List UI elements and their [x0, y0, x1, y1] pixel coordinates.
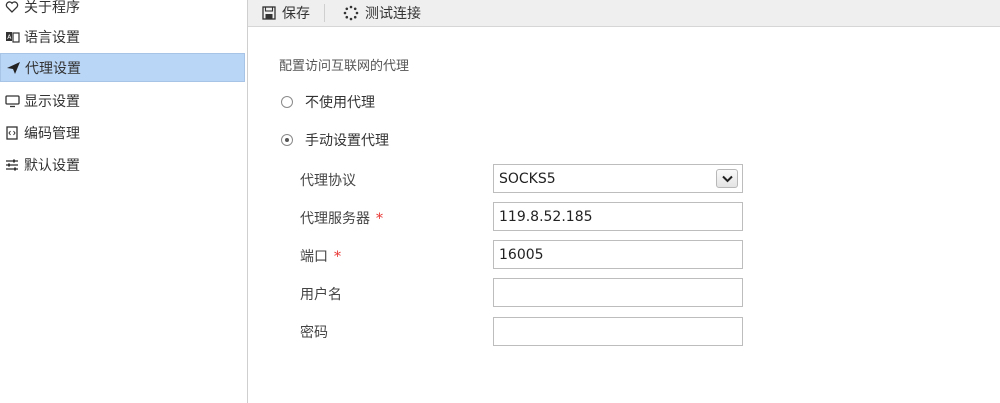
password-input[interactable]	[493, 317, 743, 346]
server-value: 119.8.52.185	[499, 208, 593, 225]
sidebar-item-label: 默认设置	[24, 157, 80, 174]
sidebar-item-label: 代理设置	[25, 60, 81, 77]
sidebar-item-encoding[interactable]: 编码管理	[0, 118, 245, 147]
server-input[interactable]: 119.8.52.185	[493, 202, 743, 231]
toolbar-divider	[324, 4, 325, 22]
protocol-select[interactable]: SOCKS5	[493, 164, 743, 193]
password-label: 密码	[300, 325, 328, 341]
paper-plane-icon	[5, 60, 21, 76]
sidebar-item-display[interactable]: 显示设置	[0, 86, 245, 115]
sidebar-item-proxy[interactable]: 代理设置	[0, 53, 245, 82]
test-connection-label: 测试连接	[365, 6, 421, 22]
port-value: 16005	[499, 246, 544, 263]
test-connection-button[interactable]: 测试连接	[329, 0, 429, 26]
radio-button[interactable]	[281, 96, 293, 108]
save-icon	[262, 6, 276, 20]
sliders-icon	[4, 157, 20, 173]
port-label-text: 端口	[300, 249, 328, 265]
sidebar-item-label: 语言设置	[24, 29, 80, 46]
sidebar-item-defaults[interactable]: 默认设置	[0, 150, 245, 179]
port-input[interactable]: 16005	[493, 240, 743, 269]
sidebar-item-label: 编码管理	[24, 125, 80, 142]
toolbar: 保存 测试连接	[248, 0, 1000, 27]
spinner-icon	[343, 5, 359, 21]
chevron-down-icon[interactable]	[716, 169, 738, 188]
radio-manual-proxy[interactable]: 手动设置代理	[281, 130, 389, 150]
save-button[interactable]: 保存	[248, 0, 318, 26]
code-file-icon	[4, 125, 20, 141]
radio-label: 不使用代理	[305, 95, 375, 111]
username-input[interactable]	[493, 278, 743, 307]
port-label: 端口 *	[300, 246, 341, 266]
radio-no-proxy[interactable]: 不使用代理	[281, 92, 375, 112]
heart-icon	[4, 0, 20, 15]
protocol-value: SOCKS5	[499, 170, 556, 187]
username-label: 用户名	[300, 287, 342, 303]
required-mark: *	[334, 249, 341, 265]
sidebar-item-label: 关于程序	[24, 0, 80, 16]
section-title: 配置访问互联网的代理	[279, 59, 410, 74]
server-label-text: 代理服务器	[300, 211, 370, 227]
sidebar-item-about[interactable]: 关于程序	[0, 0, 245, 21]
sidebar: 关于程序 A 语言设置 代理设置 显示设置 编码管理 默认设置	[0, 0, 248, 403]
required-mark: *	[376, 211, 383, 227]
radio-label: 手动设置代理	[305, 133, 389, 149]
language-icon: A	[4, 29, 20, 45]
monitor-icon	[4, 93, 20, 109]
sidebar-item-language[interactable]: A 语言设置	[0, 22, 245, 51]
save-label: 保存	[282, 6, 310, 22]
server-label: 代理服务器 *	[300, 208, 383, 228]
sidebar-item-label: 显示设置	[24, 93, 80, 110]
protocol-label: 代理协议	[300, 173, 356, 189]
radio-button[interactable]	[281, 134, 293, 146]
